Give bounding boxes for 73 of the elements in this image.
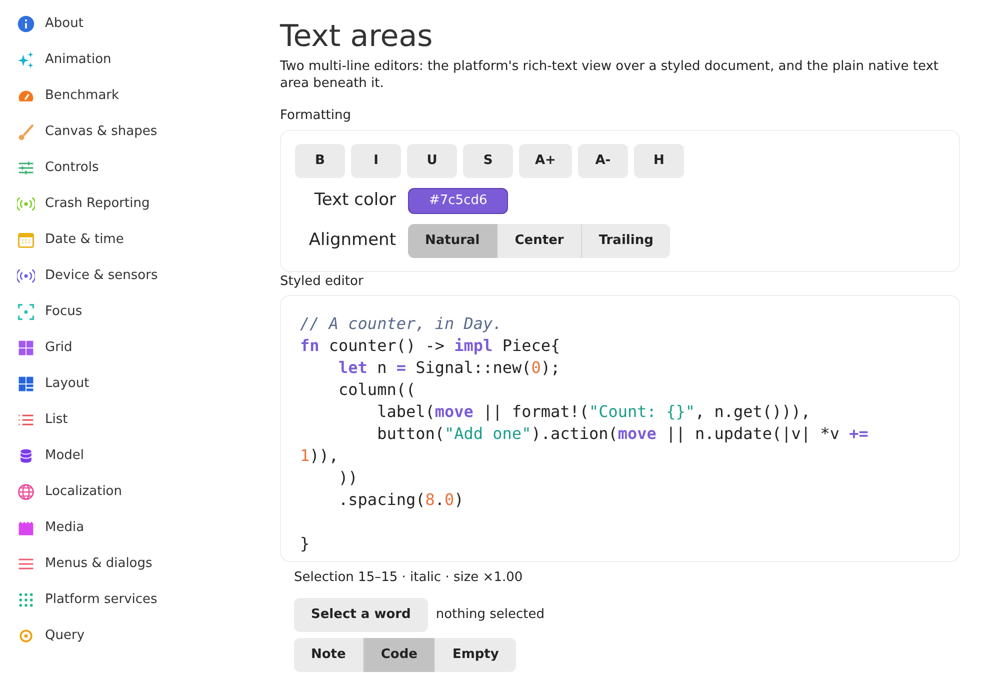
page-description: Two multi-line editors: the platform's rich-text view over a styled document, and the plain native text area beneath it.: [280, 58, 940, 92]
code-text: label(: [377, 402, 435, 421]
code-text: ): [454, 490, 464, 509]
sidebar-item[interactable]: Crash Reporting: [16, 186, 250, 222]
code-text: Piece{: [502, 336, 560, 355]
section-label: Styled editor: [280, 274, 364, 290]
format-button[interactable]: A+: [519, 144, 572, 178]
code-number: 0: [444, 490, 454, 509]
code-number: 8: [425, 490, 435, 509]
code-text: counter() ->: [328, 336, 446, 355]
code-number: 0: [531, 358, 541, 377]
code-keyword: fn: [300, 336, 320, 355]
select-word-button[interactable]: Select a word: [294, 598, 428, 632]
sidebar-item[interactable]: Media: [16, 510, 250, 546]
code-number: 1: [300, 446, 310, 465]
sidebar-item[interactable]: Localization: [16, 474, 250, 510]
code-text: || format!(: [483, 402, 589, 421]
format-button[interactable]: U: [407, 144, 457, 178]
segment-tab[interactable]: Code: [362, 638, 434, 672]
code-text: , n.get())),: [694, 402, 811, 421]
format-button[interactable]: A-: [578, 144, 628, 178]
code-text: Signal::new(: [416, 358, 532, 377]
sidebar-item[interactable]: Focus: [16, 294, 250, 330]
format-button[interactable]: I: [351, 144, 401, 178]
color-button[interactable]: #7c5cd6: [408, 188, 508, 214]
code-string: "Add one": [444, 424, 532, 443]
sidebar-item[interactable]: Layout: [16, 366, 250, 402]
code-text: )),: [310, 446, 339, 465]
sidebar-item[interactable]: List: [16, 402, 250, 438]
field-label: Text color: [313, 189, 396, 212]
sidebar-item[interactable]: Date & time: [16, 222, 250, 258]
segment-tab[interactable]: Natural: [408, 224, 497, 258]
segment-tab[interactable]: Center: [496, 224, 581, 258]
code-text: n: [377, 358, 388, 377]
code-keyword: =: [396, 358, 406, 377]
code-text: || n.update(|v| *v: [666, 424, 840, 443]
sidebar-item[interactable]: About: [16, 6, 250, 42]
sidebar-item[interactable]: Platform services: [16, 582, 250, 618]
page-title: Text areas: [280, 18, 434, 56]
sidebar-item[interactable]: Query: [16, 618, 250, 654]
code-keyword: move: [434, 402, 474, 421]
sidebar-item[interactable]: Menus & dialogs: [16, 546, 250, 582]
segment-tab[interactable]: Trailing: [580, 224, 670, 258]
selection-status: nothing selected: [436, 606, 544, 624]
code-keyword: impl: [454, 336, 493, 355]
sidebar-item[interactable]: Grid: [16, 330, 250, 366]
sidebar-item[interactable]: Device & sensors: [16, 258, 250, 294]
code-text: .spacing(: [338, 490, 426, 509]
section-label: Formatting: [280, 108, 352, 124]
sidebar-item[interactable]: Model: [16, 438, 250, 474]
segment-tab[interactable]: Note: [294, 638, 363, 672]
code-text: )): [338, 468, 358, 487]
sidebar-item[interactable]: Benchmark: [16, 78, 250, 114]
sidebar-item[interactable]: Controls: [16, 150, 250, 186]
sidebar-item[interactable]: Animation: [16, 42, 250, 78]
code-keyword: +=: [849, 424, 868, 443]
code-string: "Count: {}": [589, 402, 695, 421]
selection-info: Selection 15–15 · italic · size ×1.00: [294, 569, 524, 587]
field-label: Alignment: [308, 229, 396, 252]
format-button[interactable]: B: [295, 144, 345, 178]
code-keyword: let: [338, 358, 368, 377]
code-text: column((: [338, 380, 416, 399]
format-button[interactable]: H: [634, 144, 684, 178]
format-button[interactable]: S: [463, 144, 513, 178]
code-keyword: move: [618, 424, 656, 443]
code-comment: // A counter, in Day.: [300, 314, 502, 333]
sidebar-item[interactable]: Canvas & shapes: [16, 114, 250, 150]
code-text: ).action(: [531, 424, 618, 443]
code-text: button(: [377, 424, 444, 443]
segment-tab[interactable]: Empty: [434, 638, 516, 672]
code-text: }: [300, 534, 310, 553]
code-text: );: [540, 358, 560, 377]
code-text: .: [434, 490, 445, 509]
